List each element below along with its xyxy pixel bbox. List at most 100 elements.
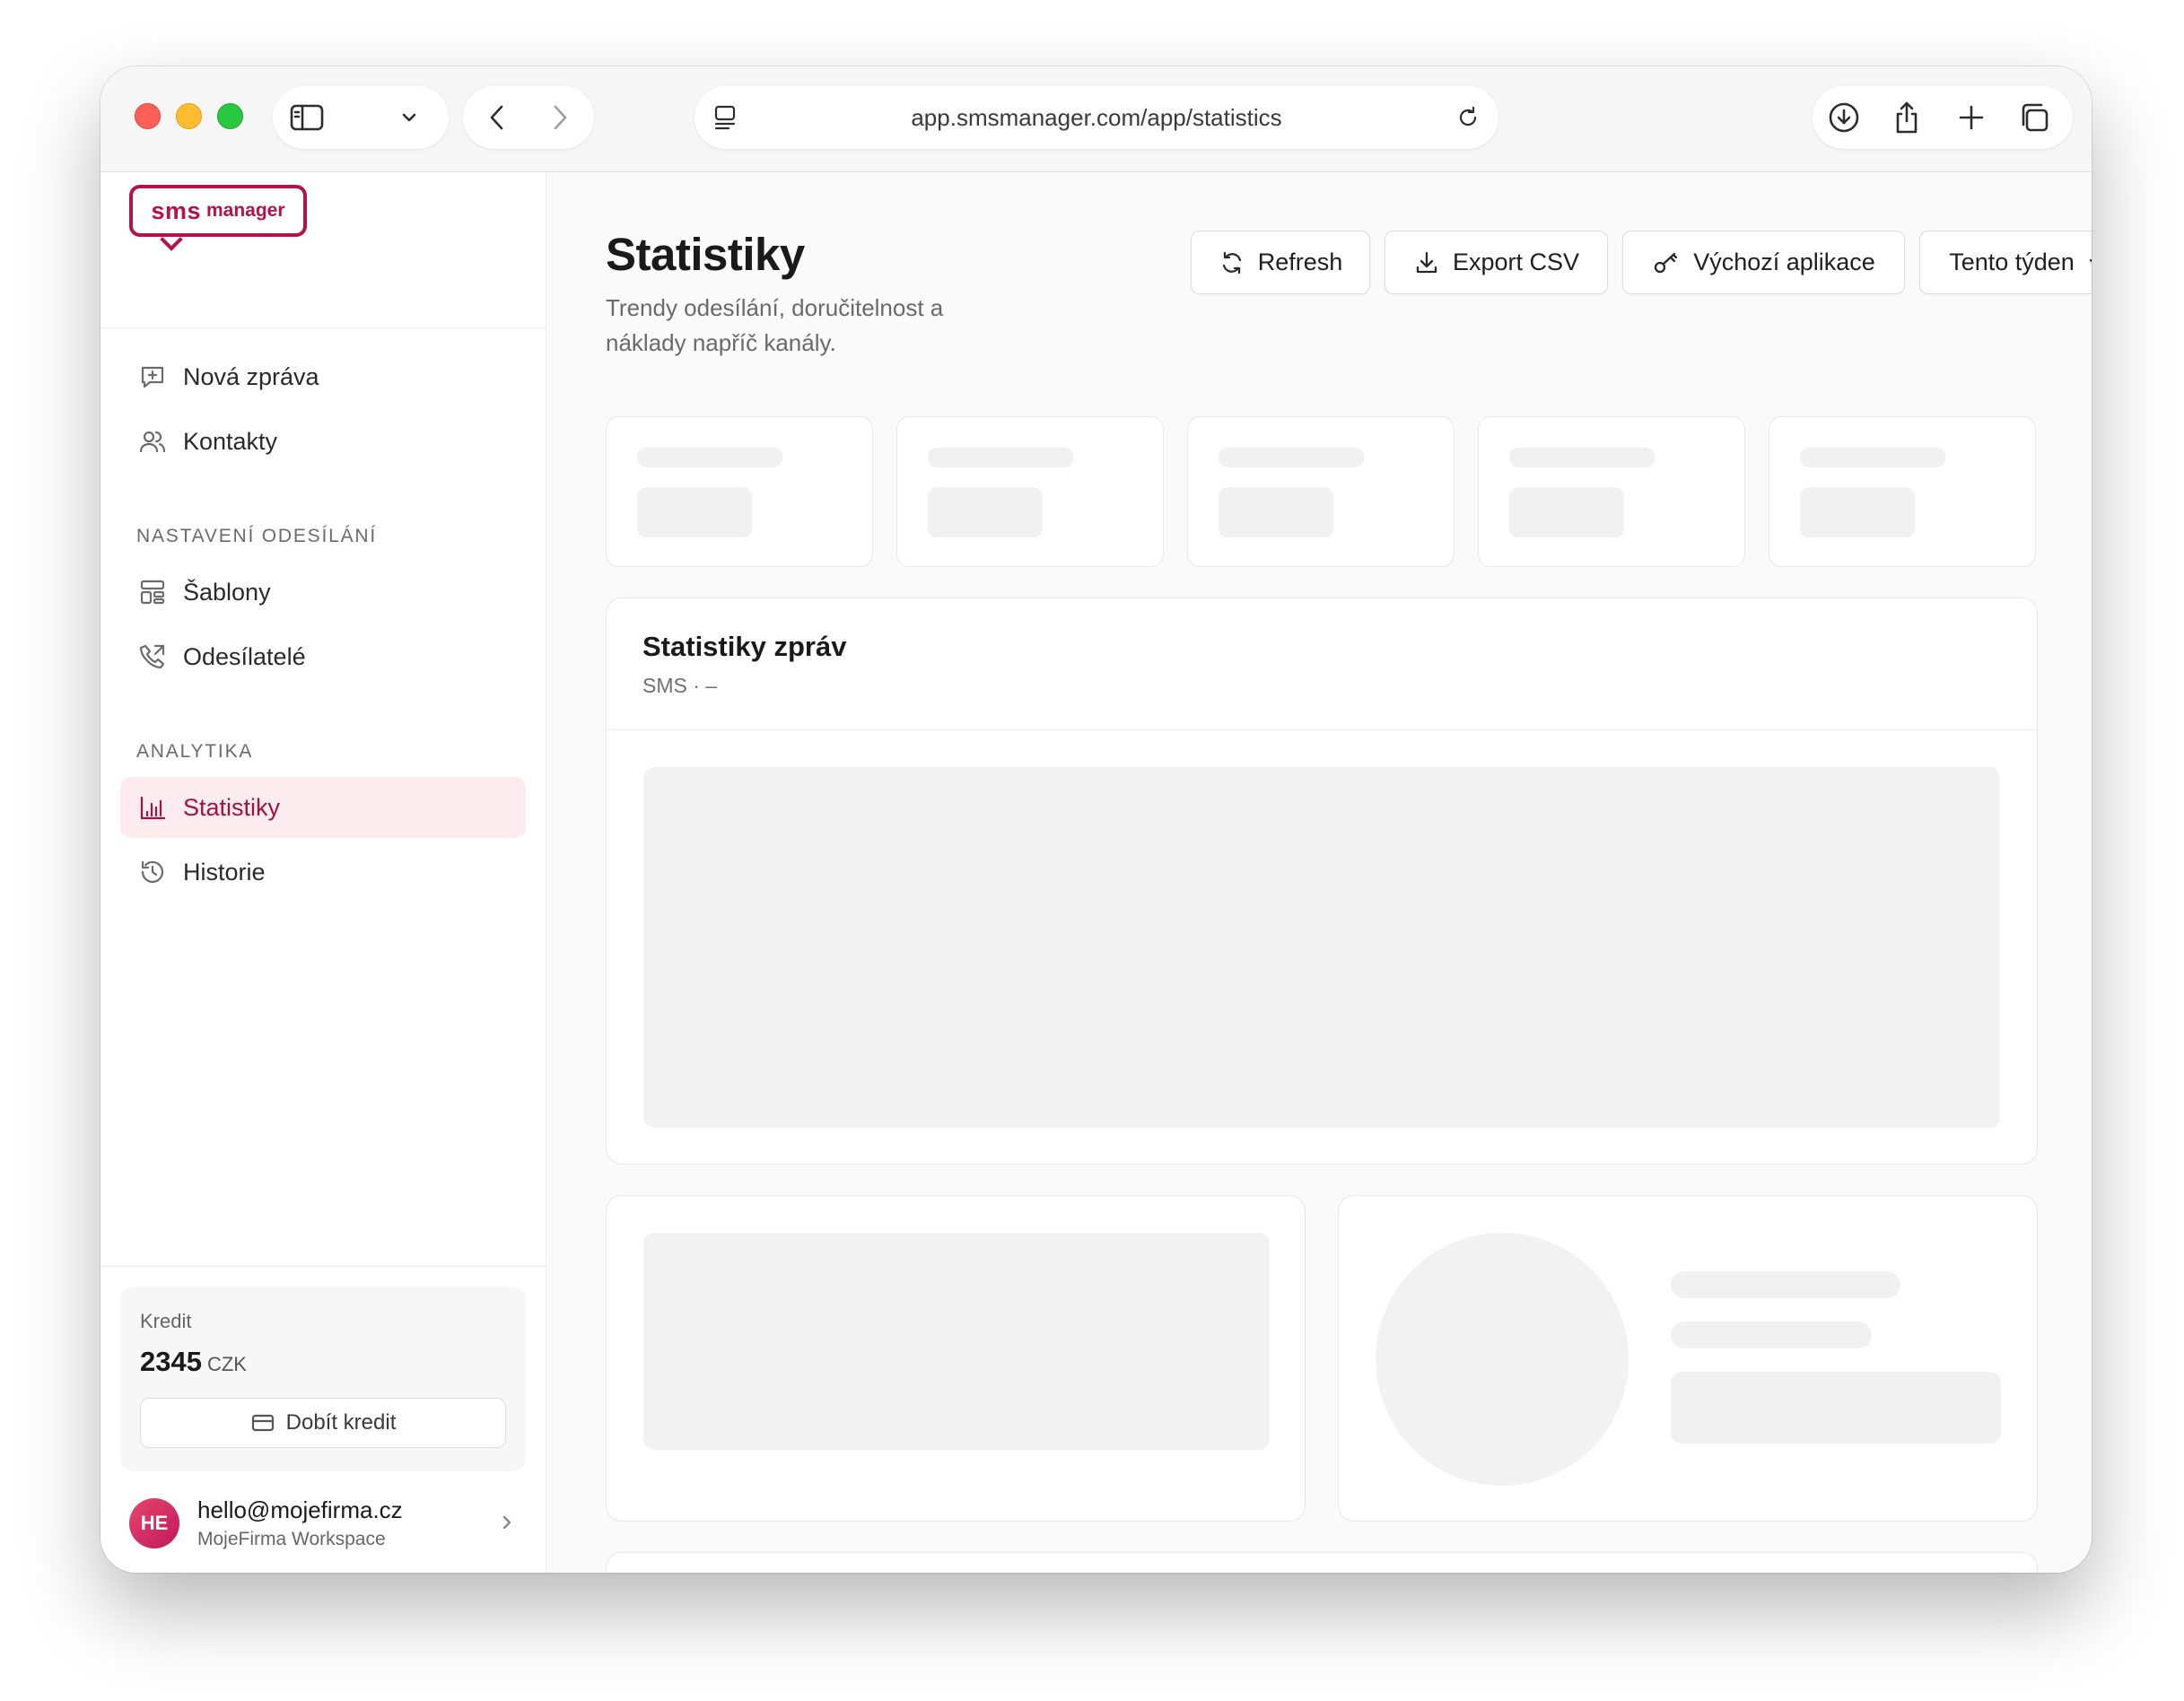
default-app-label: Výchozí aplikace: [1693, 249, 1875, 275]
chevron-down-icon[interactable]: [391, 100, 427, 135]
credit-amount: 2345: [140, 1346, 202, 1377]
credit-value: 2345 CZK: [140, 1346, 247, 1378]
browser-actions: [1813, 86, 2073, 149]
chart-skeleton: [643, 767, 2000, 1128]
kpi-card-skeleton: [896, 416, 1164, 567]
sidebar-item-label: Historie: [183, 858, 266, 885]
address-bar[interactable]: app.smsmanager.com/app/statistics: [695, 86, 1498, 149]
chart-skeleton: [643, 1233, 1270, 1450]
skeleton-line: [637, 448, 782, 467]
skeleton-value: [637, 487, 752, 537]
top-up-label: Dobít kredit: [285, 1410, 397, 1435]
sidebar-item-contacts[interactable]: Kontakty: [120, 411, 526, 472]
main-content: Statistiky Trendy odesílání, doručitelno…: [547, 172, 2092, 1573]
page-subtitle: Trendy odesílání, doručitelnost a náklad…: [606, 294, 944, 356]
export-label: Export CSV: [1452, 249, 1580, 275]
message-stats-panel: Statistiky zpráv SMS · –: [606, 598, 2038, 1165]
zoom-window-button[interactable]: [217, 103, 243, 129]
back-arrow-icon[interactable]: [479, 100, 515, 135]
skeleton-line: [1671, 1322, 1872, 1348]
share-icon[interactable]: [1888, 99, 1926, 136]
users-icon: [136, 425, 169, 458]
credit-card: Kredit 2345 CZK Dobít kredit: [120, 1287, 526, 1471]
sidebar: sms manager Nová zpráva Kontakty NASTAVE…: [100, 172, 546, 1573]
skeleton-line: [1509, 448, 1655, 467]
user-workspace: MojeFirma Workspace: [197, 1529, 386, 1549]
sidebar-toggle-icon[interactable]: [289, 100, 325, 135]
panel-subtitle: SMS · –: [642, 674, 718, 697]
user-email: hello@mojefirma.cz: [197, 1496, 403, 1523]
sidebar-item-senders[interactable]: Odesílatelé: [120, 626, 526, 687]
sidebar-footer: Kredit 2345 CZK Dobít kredit HE hello@moj…: [100, 1266, 546, 1573]
new-tab-icon[interactable]: [1952, 99, 1990, 136]
message-plus-icon: [136, 361, 169, 393]
url-text: app.smsmanager.com/app/statistics: [911, 104, 1282, 131]
download-icon[interactable]: [1825, 99, 1863, 136]
forward-arrow-icon[interactable]: [542, 100, 578, 135]
bar-chart-icon: [136, 791, 169, 824]
export-csv-button[interactable]: Export CSV: [1385, 231, 1608, 294]
history-navigation: [463, 86, 594, 149]
logo-secondary: manager: [206, 200, 285, 221]
user-menu[interactable]: HE hello@mojefirma.cz MojeFirma Workspac…: [120, 1491, 526, 1556]
kpi-card-skeleton: [606, 416, 873, 567]
skeleton-line: [1219, 448, 1364, 467]
tab-overview-icon[interactable]: [2015, 99, 2053, 136]
section-label-sending: NASTAVENÍ ODESÍLÁNÍ: [136, 526, 377, 546]
close-window-button[interactable]: [135, 103, 161, 129]
refresh-label: Refresh: [1257, 249, 1343, 275]
date-range-label: Tento týden: [1949, 249, 2075, 275]
kpi-card-skeleton: [1478, 416, 1745, 567]
download-icon: [1416, 251, 1437, 273]
refresh-button[interactable]: Refresh: [1191, 231, 1370, 294]
panel-title: Statistiky zpráv: [642, 631, 847, 662]
skeleton-line: [928, 448, 1073, 467]
default-app-button[interactable]: Výchozí aplikace: [1622, 231, 1905, 294]
pie-panel-skeleton: [1338, 1195, 2038, 1522]
phone-icon: [136, 641, 169, 673]
panel-divider: [607, 729, 2037, 730]
template-icon: [136, 576, 169, 608]
skeleton-value: [928, 487, 1043, 537]
avatar: HE: [129, 1498, 179, 1548]
skeleton-line: [1671, 1271, 1900, 1298]
pie-skeleton: [1376, 1233, 1629, 1486]
skeleton-line: [1800, 448, 1945, 467]
minimize-window-button[interactable]: [176, 103, 202, 129]
key-icon: [1655, 252, 1678, 273]
credit-card-icon: [251, 1414, 274, 1432]
sidebar-item-history[interactable]: Historie: [120, 842, 526, 903]
section-label-analytics: ANALYTIKA: [136, 741, 254, 762]
top-up-credit-button[interactable]: Dobít kredit: [140, 1398, 506, 1448]
skeleton-value: [1800, 487, 1915, 537]
logo-primary: sms: [151, 196, 201, 224]
reload-icon[interactable]: [1450, 100, 1486, 135]
sidebar-item-new-message[interactable]: Nová zpráva: [120, 346, 526, 407]
date-range-select[interactable]: Tento týden: [1919, 231, 2092, 294]
skeleton-value: [1509, 487, 1624, 537]
browser-window: app.smsmanager.com/app/statistics sms ma…: [100, 66, 2092, 1573]
sidebar-item-label: Statistiky: [183, 793, 281, 821]
app-logo[interactable]: sms manager: [129, 185, 307, 237]
sidebar-item-label: Kontakty: [183, 427, 278, 455]
sidebar-item-statistics[interactable]: Statistiky: [120, 777, 526, 838]
history-icon: [136, 856, 169, 888]
logo-area: sms manager: [100, 172, 546, 328]
credit-label: Kredit: [140, 1310, 192, 1332]
sidebar-toggle-group: [273, 86, 449, 149]
sidebar-item-templates[interactable]: Šablony: [120, 562, 526, 623]
sidebar-item-label: Odesílatelé: [183, 642, 306, 670]
chevron-right-icon: [499, 1511, 515, 1539]
chart-panel-skeleton: [606, 1195, 1306, 1522]
sidebar-item-label: Nová zpráva: [183, 362, 319, 390]
sidebar-item-label: Šablony: [183, 578, 271, 606]
kpi-card-skeleton: [1187, 416, 1455, 567]
next-panel-skeleton: [606, 1552, 2038, 1573]
refresh-icon: [1222, 251, 1241, 274]
chevron-down-icon: [2089, 258, 2092, 263]
credit-currency: CZK: [206, 1353, 247, 1375]
browser-toolbar: app.smsmanager.com/app/statistics: [100, 66, 2092, 172]
page-title: Statistiky: [606, 229, 805, 280]
skeleton-value: [1219, 487, 1333, 537]
skeleton-block: [1671, 1372, 2001, 1444]
